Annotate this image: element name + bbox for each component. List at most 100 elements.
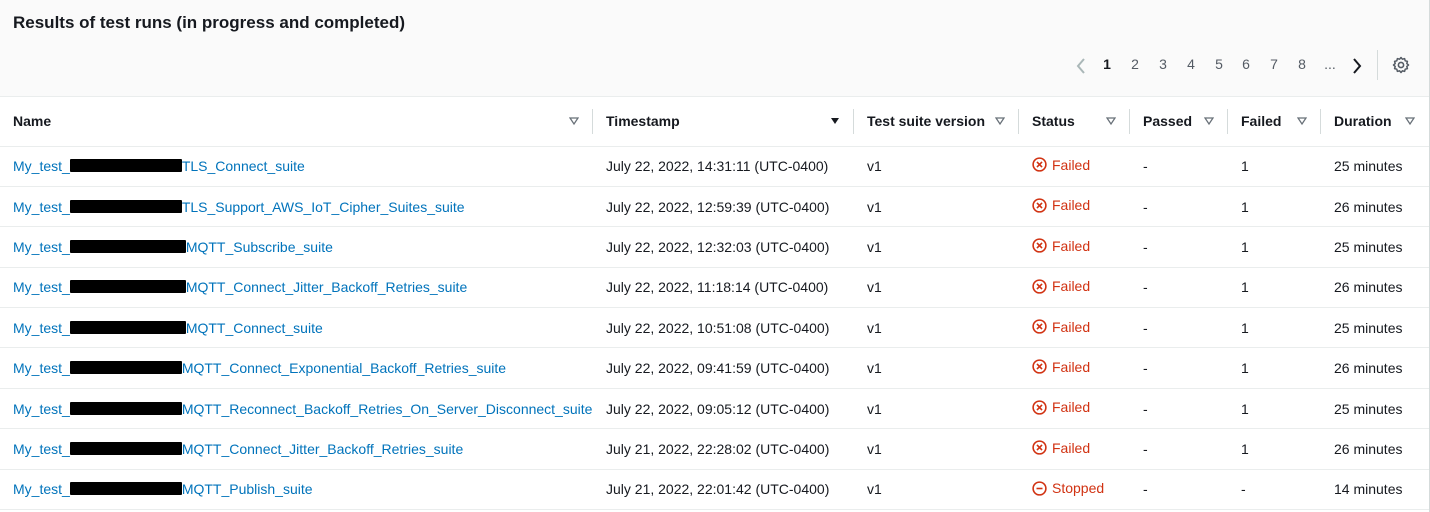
test-run-link[interactable]: My_test_ MQTT_Connect_Exponential_Backoff…: [13, 360, 506, 376]
redacted-block: [69, 401, 182, 415]
cell-timestamp: July 22, 2022, 14:31:11 (UTC-0400): [593, 146, 854, 187]
pager-divider: [1377, 50, 1378, 80]
cell-passed: -: [1130, 146, 1228, 187]
cell-duration: 26 minutes: [1321, 267, 1429, 309]
test-run-link[interactable]: My_test_ MQTT_Connect_suite: [13, 320, 323, 336]
page-4-button[interactable]: 4: [1181, 56, 1201, 72]
redacted-block: [69, 320, 186, 334]
page-8-button[interactable]: 8: [1292, 56, 1312, 72]
cell-passed: -: [1130, 469, 1228, 511]
status-badge: Failed: [1032, 238, 1090, 254]
cell-status: Failed: [1019, 347, 1130, 389]
cell-version: v1: [854, 469, 1019, 511]
cell-failed: 1: [1228, 347, 1321, 389]
cell-name: My_test_ MQTT_Reconnect_Backoff_Retries_O…: [0, 388, 593, 430]
table-row[interactable]: My_test_ MQTT_Connect_Jitter_Backoff_Retr…: [0, 267, 1429, 309]
cell-status: Failed: [1019, 226, 1130, 268]
cell-timestamp: July 22, 2022, 09:05:12 (UTC-0400): [593, 388, 854, 430]
column-header-duration[interactable]: Duration: [1321, 97, 1429, 147]
table-row[interactable]: My_test_ MQTT_Connect_suite July 22, 2022,…: [0, 307, 1429, 349]
page-6-button[interactable]: 6: [1236, 56, 1256, 72]
test-run-link[interactable]: My_test_ MQTT_Subscribe_suite: [13, 239, 333, 255]
cell-status: Failed: [1019, 267, 1130, 309]
previous-page-button[interactable]: [1071, 54, 1091, 78]
x-circle-icon: [1032, 440, 1047, 455]
cell-status: Failed: [1019, 186, 1130, 228]
cell-passed: -: [1130, 226, 1228, 268]
test-run-link[interactable]: My_test_ MQTT_Connect_Jitter_Backoff_Retr…: [13, 441, 463, 457]
column-header-status[interactable]: Status: [1019, 97, 1130, 147]
test-runs-table: Name Timestamp Test suite version Status…: [0, 97, 1429, 511]
caret-down-icon: [1106, 117, 1116, 126]
status-badge: Failed: [1032, 399, 1090, 415]
test-runs-panel: Results of test runs (in progress and co…: [0, 0, 1430, 512]
x-circle-icon: [1032, 359, 1047, 375]
cell-version: v1: [854, 347, 1019, 389]
table-row[interactable]: My_test_ MQTT_Connect_Jitter_Backoff_Retr…: [0, 428, 1429, 470]
test-run-link[interactable]: My_test_ MQTT_Connect_Jitter_Backoff_Retr…: [13, 279, 467, 295]
column-header-failed[interactable]: Failed: [1228, 97, 1321, 147]
table-row[interactable]: My_test_ TLS_Connect_suite July 22, 2022, …: [0, 146, 1429, 187]
table-row[interactable]: My_test_ MQTT_Publish_suite July 21, 2022,…: [0, 469, 1429, 511]
table-row[interactable]: My_test_ MQTT_Reconnect_Backoff_Retries_O…: [0, 388, 1429, 430]
page-2-button[interactable]: 2: [1125, 56, 1145, 72]
cell-name: My_test_ MQTT_Publish_suite: [0, 469, 593, 511]
cell-timestamp: July 22, 2022, 09:41:59 (UTC-0400): [593, 347, 854, 389]
cell-version: v1: [854, 428, 1019, 470]
column-header-passed[interactable]: Passed: [1130, 97, 1228, 147]
test-run-link[interactable]: My_test_ MQTT_Publish_suite: [13, 481, 313, 497]
status-badge: Failed: [1032, 278, 1090, 294]
cell-duration: 26 minutes: [1321, 428, 1429, 470]
page-5-button[interactable]: 5: [1209, 56, 1229, 72]
redacted-block: [69, 159, 182, 173]
redacted-block: [69, 280, 186, 294]
test-run-link[interactable]: My_test_ TLS_Support_AWS_IoT_Cipher_Suite…: [13, 199, 465, 215]
page-1-button[interactable]: 1: [1097, 56, 1117, 72]
cell-version: v1: [854, 186, 1019, 228]
redacted-block: [69, 482, 182, 496]
cell-passed: -: [1130, 347, 1228, 389]
cell-version: v1: [854, 267, 1019, 309]
table-header-row: Name Timestamp Test suite version Status…: [0, 97, 1429, 147]
cell-failed: 1: [1228, 307, 1321, 349]
cell-failed: 1: [1228, 186, 1321, 228]
test-run-link[interactable]: My_test_ TLS_Connect_suite: [13, 158, 305, 174]
column-header-name[interactable]: Name: [0, 97, 593, 147]
table-preferences-button[interactable]: [1390, 54, 1412, 76]
x-circle-icon: [1032, 278, 1047, 294]
caret-down-icon: [1297, 117, 1307, 126]
caret-down-icon: [995, 117, 1005, 126]
cell-name: My_test_ MQTT_Connect_Jitter_Backoff_Retr…: [0, 428, 593, 470]
caret-down-icon: [1405, 117, 1415, 126]
table-row[interactable]: My_test_ TLS_Support_AWS_IoT_Cipher_Suite…: [0, 186, 1429, 228]
column-header-version[interactable]: Test suite version: [854, 97, 1019, 147]
cell-failed: 1: [1228, 226, 1321, 268]
table-row[interactable]: My_test_ MQTT_Connect_Exponential_Backoff…: [0, 347, 1429, 389]
next-page-button[interactable]: [1347, 54, 1367, 78]
caret-down-icon: [831, 118, 839, 124]
status-badge: Failed: [1032, 319, 1090, 335]
table-row[interactable]: My_test_ MQTT_Subscribe_suite July 22, 202…: [0, 226, 1429, 268]
redacted-block: [69, 199, 182, 213]
page-title: Results of test runs (in progress and co…: [13, 13, 406, 32]
cell-timestamp: July 22, 2022, 10:51:08 (UTC-0400): [593, 307, 854, 349]
cell-version: v1: [854, 307, 1019, 349]
status-badge: Stopped: [1032, 480, 1104, 496]
status-badge: Failed: [1032, 197, 1090, 213]
cell-duration: 25 minutes: [1321, 307, 1429, 349]
cell-failed: 1: [1228, 267, 1321, 309]
test-run-link[interactable]: My_test_ MQTT_Reconnect_Backoff_Retries_O…: [13, 401, 592, 417]
redacted-block: [69, 361, 182, 375]
cell-name: My_test_ MQTT_Connect_Jitter_Backoff_Retr…: [0, 267, 593, 309]
cell-passed: -: [1130, 307, 1228, 349]
cell-version: v1: [854, 146, 1019, 187]
page-7-button[interactable]: 7: [1264, 56, 1284, 72]
x-circle-icon: [1032, 198, 1047, 213]
page-3-button[interactable]: 3: [1153, 56, 1173, 72]
column-header-timestamp[interactable]: Timestamp: [593, 97, 854, 147]
status-badge: Failed: [1032, 157, 1090, 173]
x-circle-icon: [1032, 319, 1047, 334]
cell-status: Failed: [1019, 388, 1130, 430]
cell-duration: 25 minutes: [1321, 146, 1429, 187]
cell-passed: -: [1130, 267, 1228, 309]
